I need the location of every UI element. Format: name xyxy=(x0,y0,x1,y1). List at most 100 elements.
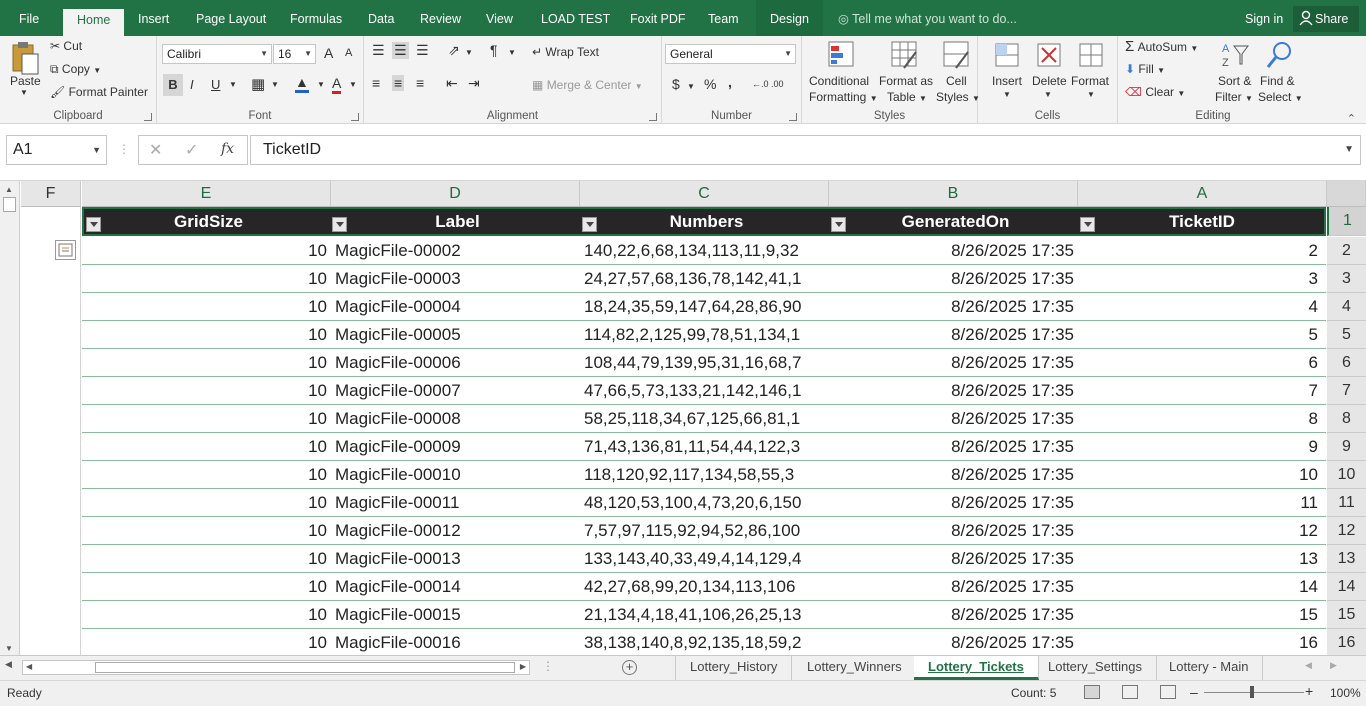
row-header[interactable]: 12 xyxy=(1327,517,1366,545)
increase-indent-icon[interactable]: ⇥ xyxy=(468,75,480,92)
autosum-button[interactable]: Σ AutoSum ▼ xyxy=(1125,38,1198,55)
vertical-scrollbar[interactable]: ▲ ▼ xyxy=(0,181,20,655)
sort-filter-button[interactable]: Sort & xyxy=(1218,74,1251,88)
insert-dropdown-icon[interactable]: ▼ xyxy=(1003,90,1011,99)
cell-generated-on[interactable]: 8/26/2025 17:35 xyxy=(829,237,1078,265)
row-header[interactable]: 10 xyxy=(1327,461,1366,489)
cell-numbers[interactable]: 38,138,140,8,92,135,18,59,2 xyxy=(580,629,829,655)
zoom-in-icon[interactable]: + xyxy=(1305,683,1313,699)
row-header[interactable]: 3 xyxy=(1327,265,1366,293)
sheet-tab-lottery-main[interactable]: Lottery - Main xyxy=(1155,656,1264,680)
header-ticket-id[interactable]: TicketID xyxy=(1080,209,1324,234)
comma-button[interactable]: , xyxy=(728,74,732,90)
cell-gridsize[interactable]: 10 xyxy=(82,405,331,433)
borders-dropdown-icon[interactable]: ▼ xyxy=(271,80,279,89)
cell-label[interactable]: MagicFile-00016 xyxy=(331,629,580,655)
find-select-button[interactable]: Find & xyxy=(1260,74,1295,88)
header-numbers[interactable]: Numbers xyxy=(582,209,831,234)
page-break-preview-icon[interactable] xyxy=(1160,685,1176,699)
format-painter-button[interactable]: 🖌 Format Painter xyxy=(50,85,148,99)
clipboard-launcher-icon[interactable] xyxy=(144,113,152,121)
cell-styles-button[interactable]: Cell xyxy=(946,74,967,88)
hscroll-left-icon[interactable]: ◀ xyxy=(26,662,32,671)
column-header-e[interactable]: E xyxy=(82,181,331,207)
cell-numbers[interactable]: 18,24,35,59,147,64,28,86,90 xyxy=(580,293,829,321)
row-header[interactable]: 6 xyxy=(1327,349,1366,377)
paragraph-direction-dropdown-icon[interactable]: ▼ xyxy=(508,48,516,57)
cell-gridsize[interactable]: 10 xyxy=(82,321,331,349)
cell-numbers[interactable]: 108,44,79,139,95,31,16,68,7 xyxy=(580,349,829,377)
page-layout-view-icon[interactable] xyxy=(1122,685,1138,699)
zoom-level[interactable]: 100% xyxy=(1330,686,1361,700)
cell-ticket-id[interactable]: 12 xyxy=(1078,517,1322,545)
cell-numbers[interactable]: 58,25,118,34,67,125,66,81,1 xyxy=(580,405,829,433)
format-dropdown-icon[interactable]: ▼ xyxy=(1087,90,1095,99)
cell-gridsize[interactable]: 10 xyxy=(82,573,331,601)
borders-icon[interactable]: ▦ xyxy=(251,75,265,93)
row-header[interactable]: 2 xyxy=(1327,237,1366,265)
italic-button[interactable]: I xyxy=(190,77,194,92)
copy-button[interactable]: ⧉ Copy ▼ xyxy=(50,62,101,77)
scroll-left-icon[interactable]: ◀ xyxy=(5,659,12,670)
tab-data[interactable]: Data xyxy=(368,0,394,36)
orientation-dropdown-icon[interactable]: ▼ xyxy=(465,48,473,57)
cell-label[interactable]: MagicFile-00013 xyxy=(331,545,580,573)
row-header[interactable]: 5 xyxy=(1327,321,1366,349)
align-middle-icon[interactable]: ☰ xyxy=(392,42,409,59)
sign-in-link[interactable]: Sign in xyxy=(1245,0,1283,38)
orientation-icon[interactable]: ⇗ xyxy=(448,42,460,59)
sheet-tab-lottery-settings[interactable]: Lottery_Settings xyxy=(1034,656,1157,680)
zoom-out-icon[interactable]: – xyxy=(1190,684,1198,700)
cell-generated-on[interactable]: 8/26/2025 17:35 xyxy=(829,601,1078,629)
cell-numbers[interactable]: 48,120,53,100,4,73,20,6,150 xyxy=(580,489,829,517)
cell-generated-on[interactable]: 8/26/2025 17:35 xyxy=(829,265,1078,293)
cell-generated-on[interactable]: 8/26/2025 17:35 xyxy=(829,405,1078,433)
tab-review[interactable]: Review xyxy=(420,0,461,36)
cell-gridsize[interactable]: 10 xyxy=(82,265,331,293)
cell-ticket-id[interactable]: 5 xyxy=(1078,321,1322,349)
conditional-formatting-button[interactable]: Conditional xyxy=(809,74,869,88)
scroll-up-icon[interactable]: ▲ xyxy=(5,185,13,194)
cell-gridsize[interactable]: 10 xyxy=(82,489,331,517)
font-color-dropdown-icon[interactable]: ▼ xyxy=(349,80,357,89)
row-header[interactable]: 7 xyxy=(1327,377,1366,405)
row-header-1[interactable]: 1 xyxy=(1327,207,1366,236)
currency-button[interactable]: $ xyxy=(672,76,680,92)
tab-home[interactable]: Home xyxy=(63,9,125,36)
cell-ticket-id[interactable]: 3 xyxy=(1078,265,1322,293)
column-header-c[interactable]: C xyxy=(580,181,829,207)
row-header[interactable]: 15 xyxy=(1327,601,1366,629)
tab-load-test[interactable]: LOAD TEST xyxy=(541,0,610,36)
normal-view-icon[interactable] xyxy=(1084,685,1100,699)
cell-numbers[interactable]: 140,22,6,68,134,113,11,9,32 xyxy=(580,237,829,265)
delete-dropdown-icon[interactable]: ▼ xyxy=(1044,90,1052,99)
tell-me-search[interactable]: ◎ Tell me what you want to do... xyxy=(838,0,1017,38)
cell-gridsize[interactable]: 10 xyxy=(82,377,331,405)
cell-label[interactable]: MagicFile-00014 xyxy=(331,573,580,601)
paste-button[interactable]: Paste xyxy=(10,74,41,88)
share-button[interactable]: Share xyxy=(1293,6,1359,32)
scroll-down-icon[interactable]: ▼ xyxy=(5,644,13,653)
cell-generated-on[interactable]: 8/26/2025 17:35 xyxy=(829,517,1078,545)
tabs-next-icon[interactable]: ▶ xyxy=(1330,660,1337,671)
sheet-tab-lottery-history[interactable]: Lottery_History xyxy=(675,656,793,680)
cell-numbers[interactable]: 71,43,136,81,11,54,44,122,3 xyxy=(580,433,829,461)
underline-button[interactable]: U xyxy=(211,77,220,92)
shrink-font-button[interactable]: A xyxy=(345,47,352,59)
name-box[interactable]: A1 ▼ xyxy=(6,135,107,165)
cell-generated-on[interactable]: 8/26/2025 17:35 xyxy=(829,349,1078,377)
cell-numbers[interactable]: 42,27,68,99,20,134,113,106 xyxy=(580,573,829,601)
tab-file[interactable]: File xyxy=(19,0,39,36)
zoom-slider[interactable] xyxy=(1204,692,1304,693)
cell-generated-on[interactable]: 8/26/2025 17:35 xyxy=(829,489,1078,517)
cell-label[interactable]: MagicFile-00009 xyxy=(331,433,580,461)
insert-cells-button[interactable]: Insert xyxy=(992,74,1022,88)
cell-generated-on[interactable]: 8/26/2025 17:35 xyxy=(829,545,1078,573)
merge-center-button[interactable]: ▦ Merge & Center ▼ xyxy=(532,78,643,92)
currency-dropdown-icon[interactable]: ▼ xyxy=(687,82,695,91)
font-launcher-icon[interactable] xyxy=(351,113,359,121)
filter-dropdown-icon[interactable] xyxy=(86,217,101,232)
increase-decimal-button[interactable]: ←.0 .00 xyxy=(752,79,784,89)
insert-function-button[interactable]: fx xyxy=(221,141,234,157)
cell-generated-on[interactable]: 8/26/2025 17:35 xyxy=(829,377,1078,405)
